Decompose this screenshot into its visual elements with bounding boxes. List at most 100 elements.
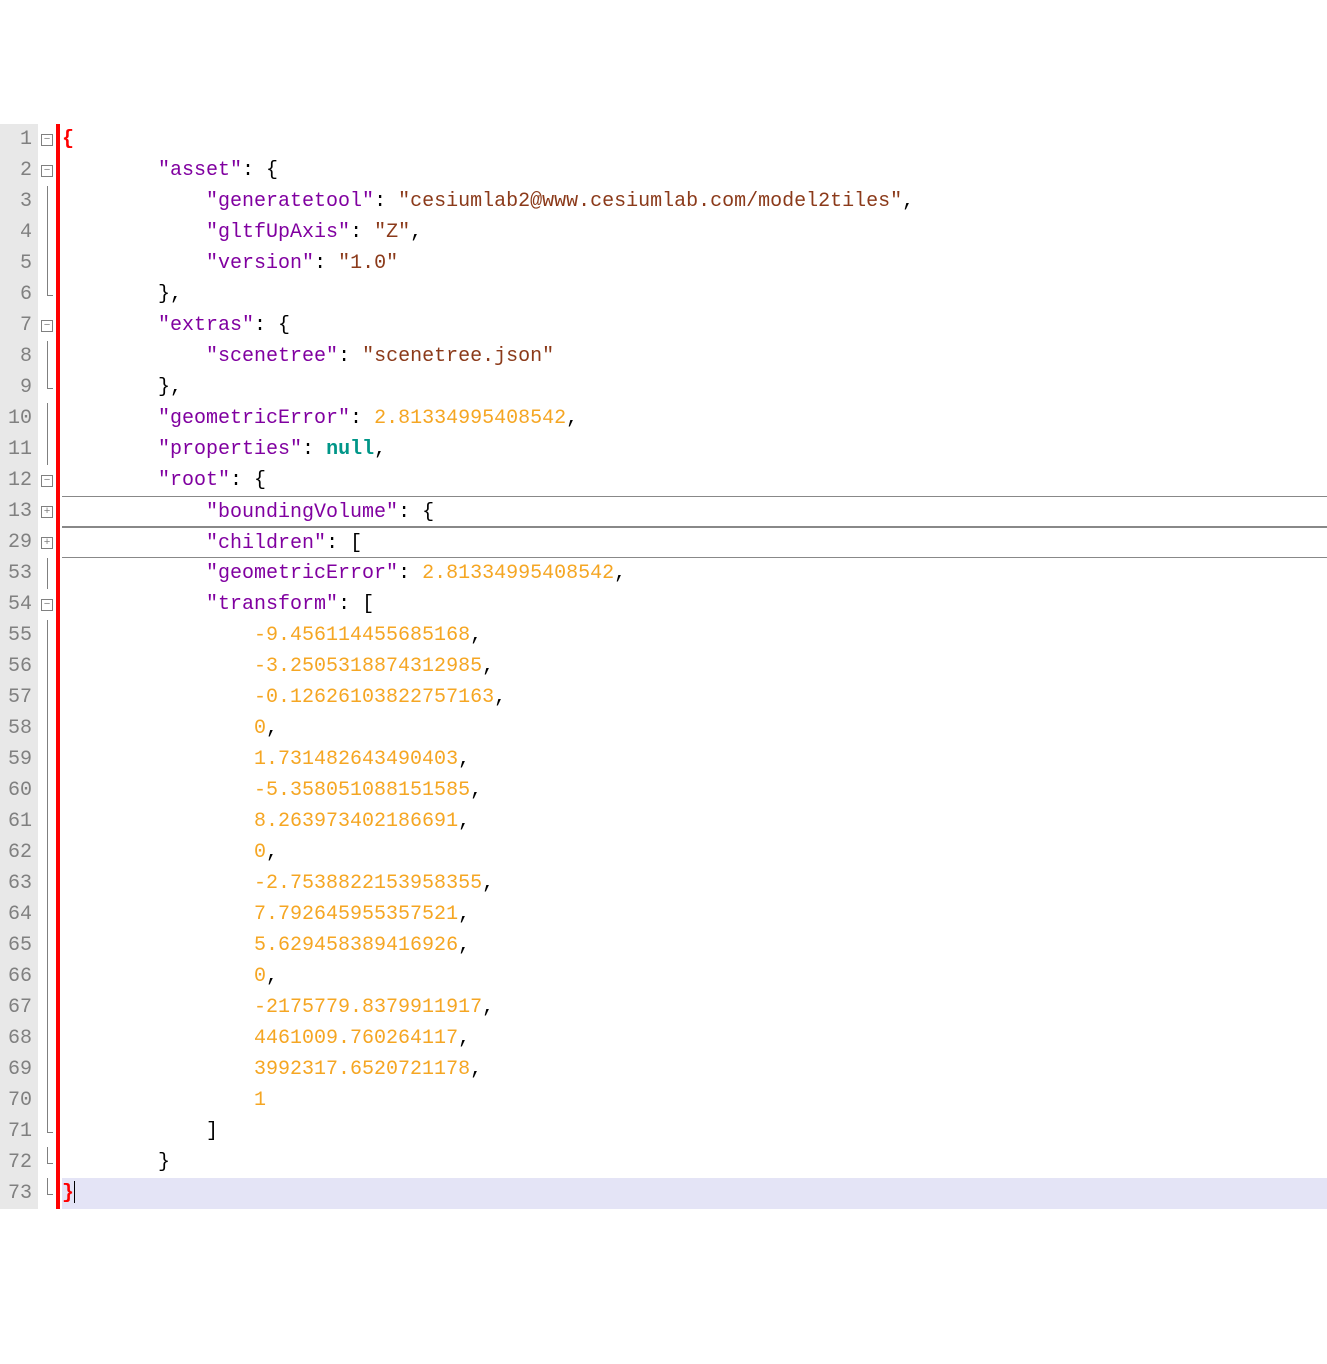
code-line[interactable]: 3992317.6520721178, [62, 1054, 1327, 1085]
fold-toggle-closed-icon[interactable] [41, 537, 53, 549]
fold-toggle-open-icon[interactable] [41, 165, 53, 177]
code-line[interactable]: 5.629458389416926, [62, 930, 1327, 961]
fold-guide-line [47, 1054, 48, 1085]
code-editor[interactable]: 1234567891011121329535455565758596061626… [0, 124, 1327, 1209]
fold-guide-line [47, 620, 48, 651]
code-line[interactable]: "properties": null, [62, 434, 1327, 465]
fold-guide-line [47, 837, 48, 868]
code-line[interactable]: 1 [62, 1085, 1327, 1116]
token [62, 1027, 254, 1050]
fold-guide-line [47, 713, 48, 744]
line-number: 3 [4, 186, 32, 217]
token: "scenetree" [206, 345, 338, 368]
token: : [398, 562, 422, 585]
fold-cell[interactable] [38, 310, 56, 341]
token [62, 469, 158, 492]
token: "scenetree.json" [362, 345, 554, 368]
code-line[interactable]: "geometricError": 2.81334995408542, [62, 558, 1327, 589]
fold-end-marker [42, 1116, 52, 1147]
line-number: 71 [4, 1116, 32, 1147]
fold-cell [38, 744, 56, 775]
code-line[interactable]: 8.263973402186691, [62, 806, 1327, 837]
token [62, 686, 254, 709]
code-line[interactable]: 0, [62, 837, 1327, 868]
line-number: 12 [4, 465, 32, 496]
token: { [62, 128, 74, 151]
code-line[interactable]: "generatetool": "cesiumlab2@www.cesiumla… [62, 186, 1327, 217]
token [62, 345, 206, 368]
fold-toggle-open-icon[interactable] [41, 475, 53, 487]
line-number: 2 [4, 155, 32, 186]
token: ] [62, 1120, 218, 1143]
token: 8.263973402186691 [254, 810, 458, 833]
code-line[interactable]: 0, [62, 961, 1327, 992]
code-line[interactable]: } [62, 1178, 1327, 1209]
code-line[interactable]: "children": [ [62, 527, 1327, 558]
code-line[interactable]: } [62, 1147, 1327, 1178]
code-line[interactable]: -9.456114455685168, [62, 620, 1327, 651]
code-line[interactable]: "extras": { [62, 310, 1327, 341]
code-line[interactable]: "boundingVolume": { [62, 496, 1327, 527]
code-line[interactable]: -2175779.8379911917, [62, 992, 1327, 1023]
code-line[interactable]: -0.12626103822757163, [62, 682, 1327, 713]
code-line[interactable]: "root": { [62, 465, 1327, 496]
fold-cell[interactable] [38, 124, 56, 155]
fold-cell[interactable] [38, 496, 56, 527]
fold-end-marker [42, 279, 52, 310]
code-line[interactable]: "scenetree": "scenetree.json" [62, 341, 1327, 372]
token [62, 748, 254, 771]
line-number: 67 [4, 992, 32, 1023]
fold-cell [38, 899, 56, 930]
code-line[interactable]: -2.7538822153958355, [62, 868, 1327, 899]
code-line[interactable]: 1.731482643490403, [62, 744, 1327, 775]
token: , [458, 1027, 470, 1050]
fold-cell[interactable] [38, 589, 56, 620]
code-line[interactable]: { [62, 124, 1327, 155]
token: , [374, 438, 386, 461]
code-line[interactable]: }, [62, 372, 1327, 403]
code-line[interactable]: 4461009.760264117, [62, 1023, 1327, 1054]
fold-cell [38, 1116, 56, 1147]
fold-cell [38, 403, 56, 434]
token [62, 624, 254, 647]
code-line[interactable]: }, [62, 279, 1327, 310]
code-line[interactable]: "version": "1.0" [62, 248, 1327, 279]
token: 1.731482643490403 [254, 748, 458, 771]
fold-cell [38, 961, 56, 992]
code-line[interactable]: "asset": { [62, 155, 1327, 186]
code-line[interactable]: ] [62, 1116, 1327, 1147]
code-line[interactable]: -5.358051088151585, [62, 775, 1327, 806]
line-number: 65 [4, 930, 32, 961]
fold-cell [38, 1054, 56, 1085]
code-line[interactable]: -3.2505318874312985, [62, 651, 1327, 682]
token [62, 841, 254, 864]
fold-cell [38, 1147, 56, 1178]
fold-toggle-open-icon[interactable] [41, 134, 53, 146]
fold-toggle-open-icon[interactable] [41, 599, 53, 611]
fold-guide-line [47, 186, 48, 217]
code-line[interactable]: 7.792645955357521, [62, 899, 1327, 930]
line-number: 60 [4, 775, 32, 806]
token: : [338, 345, 362, 368]
code-line[interactable]: "geometricError": 2.81334995408542, [62, 403, 1327, 434]
fold-cell [38, 806, 56, 837]
fold-toggle-open-icon[interactable] [41, 320, 53, 332]
fold-cell [38, 186, 56, 217]
token: "geometricError" [206, 562, 398, 585]
code-area[interactable]: { "asset": { "generatetool": "cesiumlab2… [60, 124, 1327, 1209]
token: "geometricError" [158, 407, 350, 430]
fold-end-marker [42, 1178, 52, 1209]
token: 0 [254, 965, 266, 988]
fold-toggle-closed-icon[interactable] [41, 506, 53, 518]
fold-cell[interactable] [38, 465, 56, 496]
fold-cell[interactable] [38, 527, 56, 558]
code-line[interactable]: 0, [62, 713, 1327, 744]
token: } [62, 1151, 170, 1174]
fold-cell[interactable] [38, 155, 56, 186]
fold-guide-line [47, 682, 48, 713]
fold-end-marker [42, 1147, 52, 1178]
fold-end-marker [42, 372, 52, 403]
code-line[interactable]: "transform": [ [62, 589, 1327, 620]
token: , [482, 655, 494, 678]
code-line[interactable]: "gltfUpAxis": "Z", [62, 217, 1327, 248]
